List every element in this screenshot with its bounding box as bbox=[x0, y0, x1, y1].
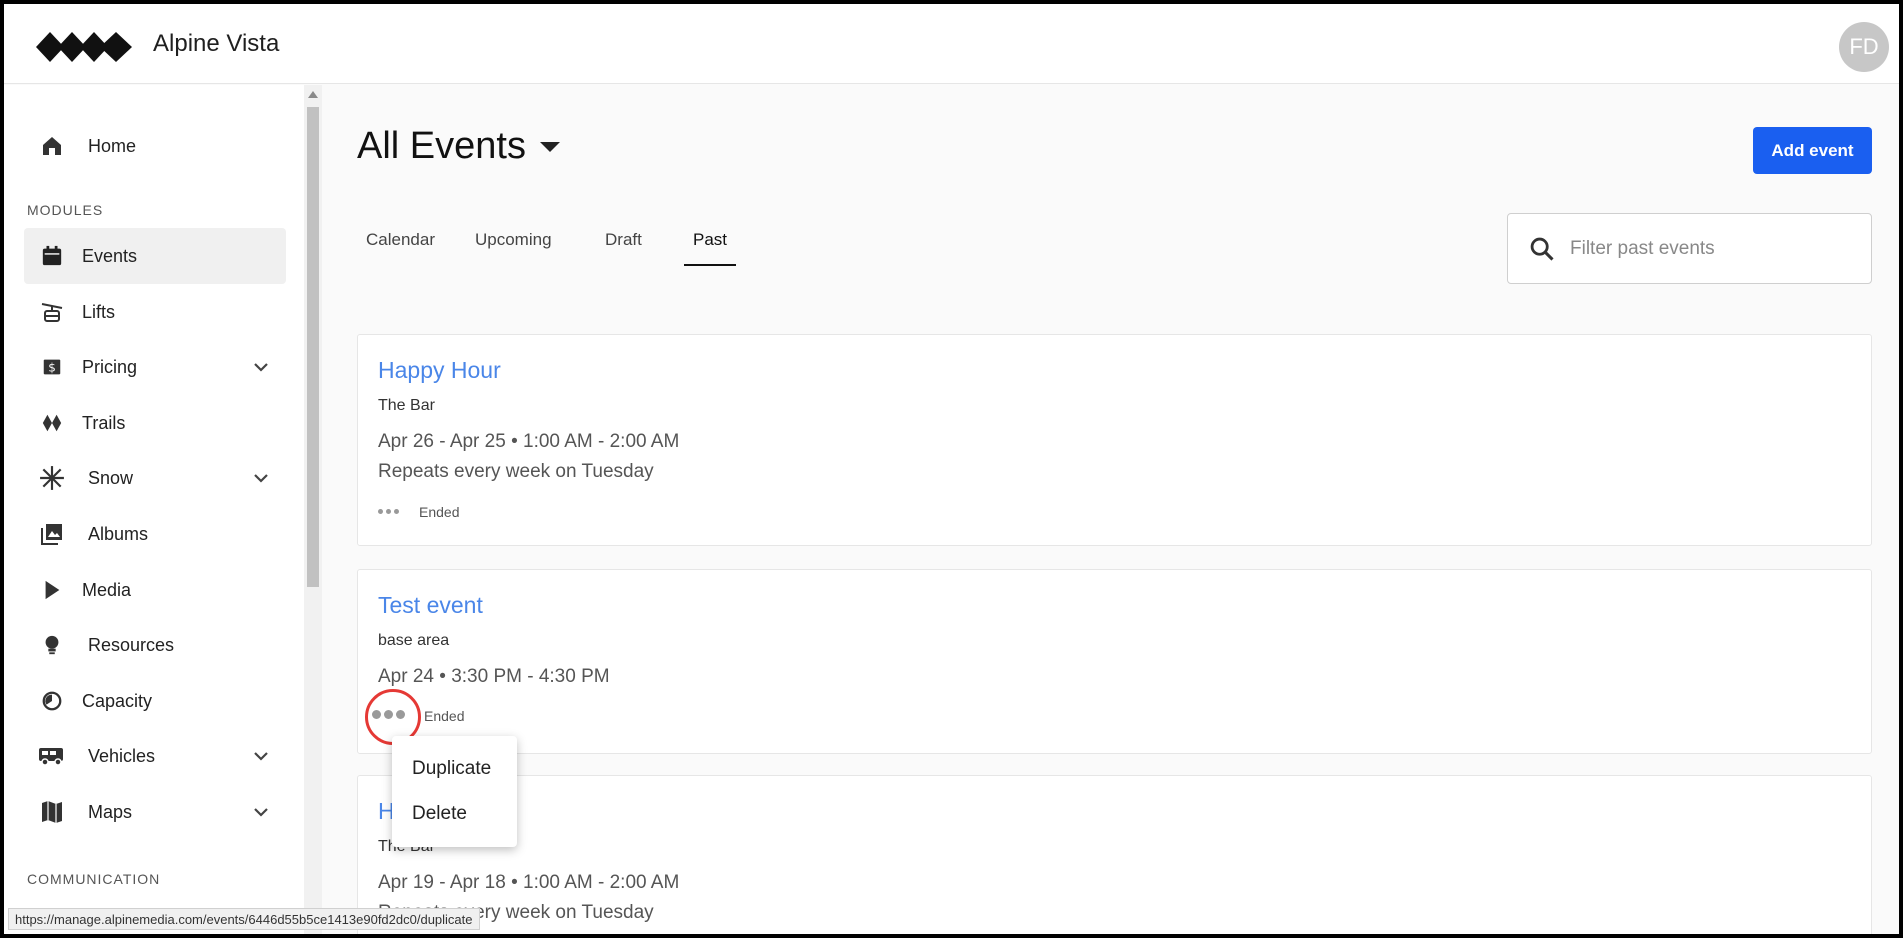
sidebar-item-label: Maps bbox=[88, 801, 133, 822]
sidebar-item-label: Snow bbox=[88, 467, 134, 488]
sidebar-item-label: Vehicles bbox=[88, 745, 156, 766]
sidebar-item-resources[interactable]: Resources bbox=[24, 617, 286, 673]
top-bar: Alpine Vista FD bbox=[4, 4, 1899, 84]
search-input[interactable] bbox=[1570, 237, 1850, 260]
calendar-icon bbox=[38, 242, 66, 270]
sidebar-item-label: Resources bbox=[88, 634, 175, 655]
sidebar-item-media[interactable]: Media bbox=[24, 562, 286, 618]
sidebar-item-vehicles[interactable]: Vehicles bbox=[24, 728, 286, 784]
sidebar-item-label: Home bbox=[88, 135, 137, 156]
event-datetime: Apr 24 • 3:30 PM - 4:30 PM bbox=[378, 666, 610, 687]
event-location: The Bar bbox=[378, 397, 435, 414]
chevron-down-icon[interactable] bbox=[252, 469, 270, 487]
snowflake-icon bbox=[38, 464, 66, 492]
chevron-down-icon[interactable] bbox=[252, 803, 270, 821]
sidebar-item-albums[interactable]: Albums bbox=[24, 506, 286, 562]
link-status-bar: https://manage.alpinemedia.com/events/64… bbox=[8, 908, 480, 930]
add-event-button[interactable]: Add event bbox=[1753, 127, 1872, 174]
svg-text:$: $ bbox=[48, 361, 56, 375]
menu-item-delete[interactable]: Delete bbox=[412, 803, 467, 825]
home-icon bbox=[38, 132, 66, 160]
search-box bbox=[1507, 213, 1872, 284]
play-icon bbox=[38, 576, 66, 604]
event-datetime: Apr 19 - Apr 18 • 1:00 AM - 2:00 AM bbox=[378, 872, 680, 893]
event-datetime: Apr 26 - Apr 25 • 1:00 AM - 2:00 AM bbox=[378, 431, 680, 452]
event-card: H The Bar Apr 19 - Apr 18 • 1:00 AM - 2:… bbox=[357, 775, 1872, 934]
scroll-up-arrow-icon[interactable] bbox=[308, 91, 318, 98]
trails-icon bbox=[38, 409, 66, 437]
sidebar-item-events[interactable]: Events bbox=[24, 228, 286, 284]
communication-heading: COMMUNICATION bbox=[27, 871, 161, 887]
lift-icon bbox=[38, 298, 66, 326]
sidebar-item-capacity[interactable]: Capacity bbox=[24, 673, 286, 729]
menu-item-duplicate[interactable]: Duplicate bbox=[412, 758, 491, 780]
sidebar-item-label: Capacity bbox=[82, 690, 153, 711]
lightbulb-icon bbox=[38, 631, 66, 659]
event-title-link[interactable]: Test event bbox=[378, 592, 483, 619]
search-icon bbox=[1530, 237, 1554, 261]
tab-past[interactable]: Past bbox=[684, 230, 737, 266]
bus-icon bbox=[38, 742, 66, 770]
app-window: Alpine Vista FD Home MODULES Events Lift… bbox=[0, 0, 1903, 938]
tab-draft[interactable]: Draft bbox=[605, 230, 642, 264]
user-avatar[interactable]: FD bbox=[1839, 22, 1889, 72]
sidebar-item-label: Trails bbox=[82, 412, 126, 433]
caret-down-icon[interactable] bbox=[539, 141, 560, 152]
event-status: Ended bbox=[419, 504, 460, 520]
tab-upcoming[interactable]: Upcoming bbox=[475, 230, 552, 264]
more-options-icon[interactable] bbox=[378, 507, 402, 515]
event-card: Test event base area Apr 24 • 3:30 PM - … bbox=[357, 569, 1872, 754]
sidebar-item-home[interactable]: Home bbox=[24, 118, 286, 174]
sidebar-item-pricing[interactable]: $ Pricing bbox=[24, 339, 286, 395]
context-menu: Duplicate Delete bbox=[392, 736, 517, 847]
page-title[interactable]: All Events bbox=[357, 125, 560, 168]
albums-icon bbox=[38, 520, 66, 548]
sidebar-item-label: Pricing bbox=[82, 356, 138, 377]
main-content: All Events Add event Calendar Upcoming D… bbox=[322, 85, 1899, 934]
sidebar-item-label: Albums bbox=[88, 523, 149, 544]
chevron-down-icon[interactable] bbox=[252, 358, 270, 376]
sidebar-item-snow[interactable]: Snow bbox=[24, 450, 286, 506]
alpine-vista-logo-icon[interactable] bbox=[36, 28, 136, 66]
sidebar-scrollbar[interactable] bbox=[304, 85, 322, 934]
sidebar-item-label: Lifts bbox=[82, 301, 116, 322]
tab-calendar[interactable]: Calendar bbox=[366, 230, 435, 264]
event-title-link[interactable]: Happy Hour bbox=[378, 357, 501, 384]
price-tag-icon: $ bbox=[38, 353, 66, 381]
sidebar-item-label: Media bbox=[82, 579, 132, 600]
page-title-text: All Events bbox=[357, 125, 526, 167]
sidebar-item-maps[interactable]: Maps bbox=[24, 784, 286, 840]
map-icon bbox=[38, 798, 66, 826]
sidebar-item-lifts[interactable]: Lifts bbox=[24, 284, 286, 340]
chevron-down-icon[interactable] bbox=[252, 747, 270, 765]
gauge-icon bbox=[38, 687, 66, 715]
app-title: Alpine Vista bbox=[153, 30, 280, 57]
event-location: base area bbox=[378, 632, 450, 649]
sidebar-item-label: Events bbox=[82, 245, 138, 266]
event-repeat: Repeats every week on Tuesday bbox=[378, 461, 654, 482]
event-card: Happy Hour The Bar Apr 26 - Apr 25 • 1:0… bbox=[357, 334, 1872, 546]
modules-heading: MODULES bbox=[27, 202, 104, 218]
scrollbar-thumb[interactable] bbox=[307, 107, 319, 587]
event-status: Ended bbox=[424, 708, 465, 724]
sidebar-item-trails[interactable]: Trails bbox=[24, 395, 286, 451]
sidebar: Home MODULES Events Lifts $ Pricing Trai… bbox=[4, 85, 304, 934]
